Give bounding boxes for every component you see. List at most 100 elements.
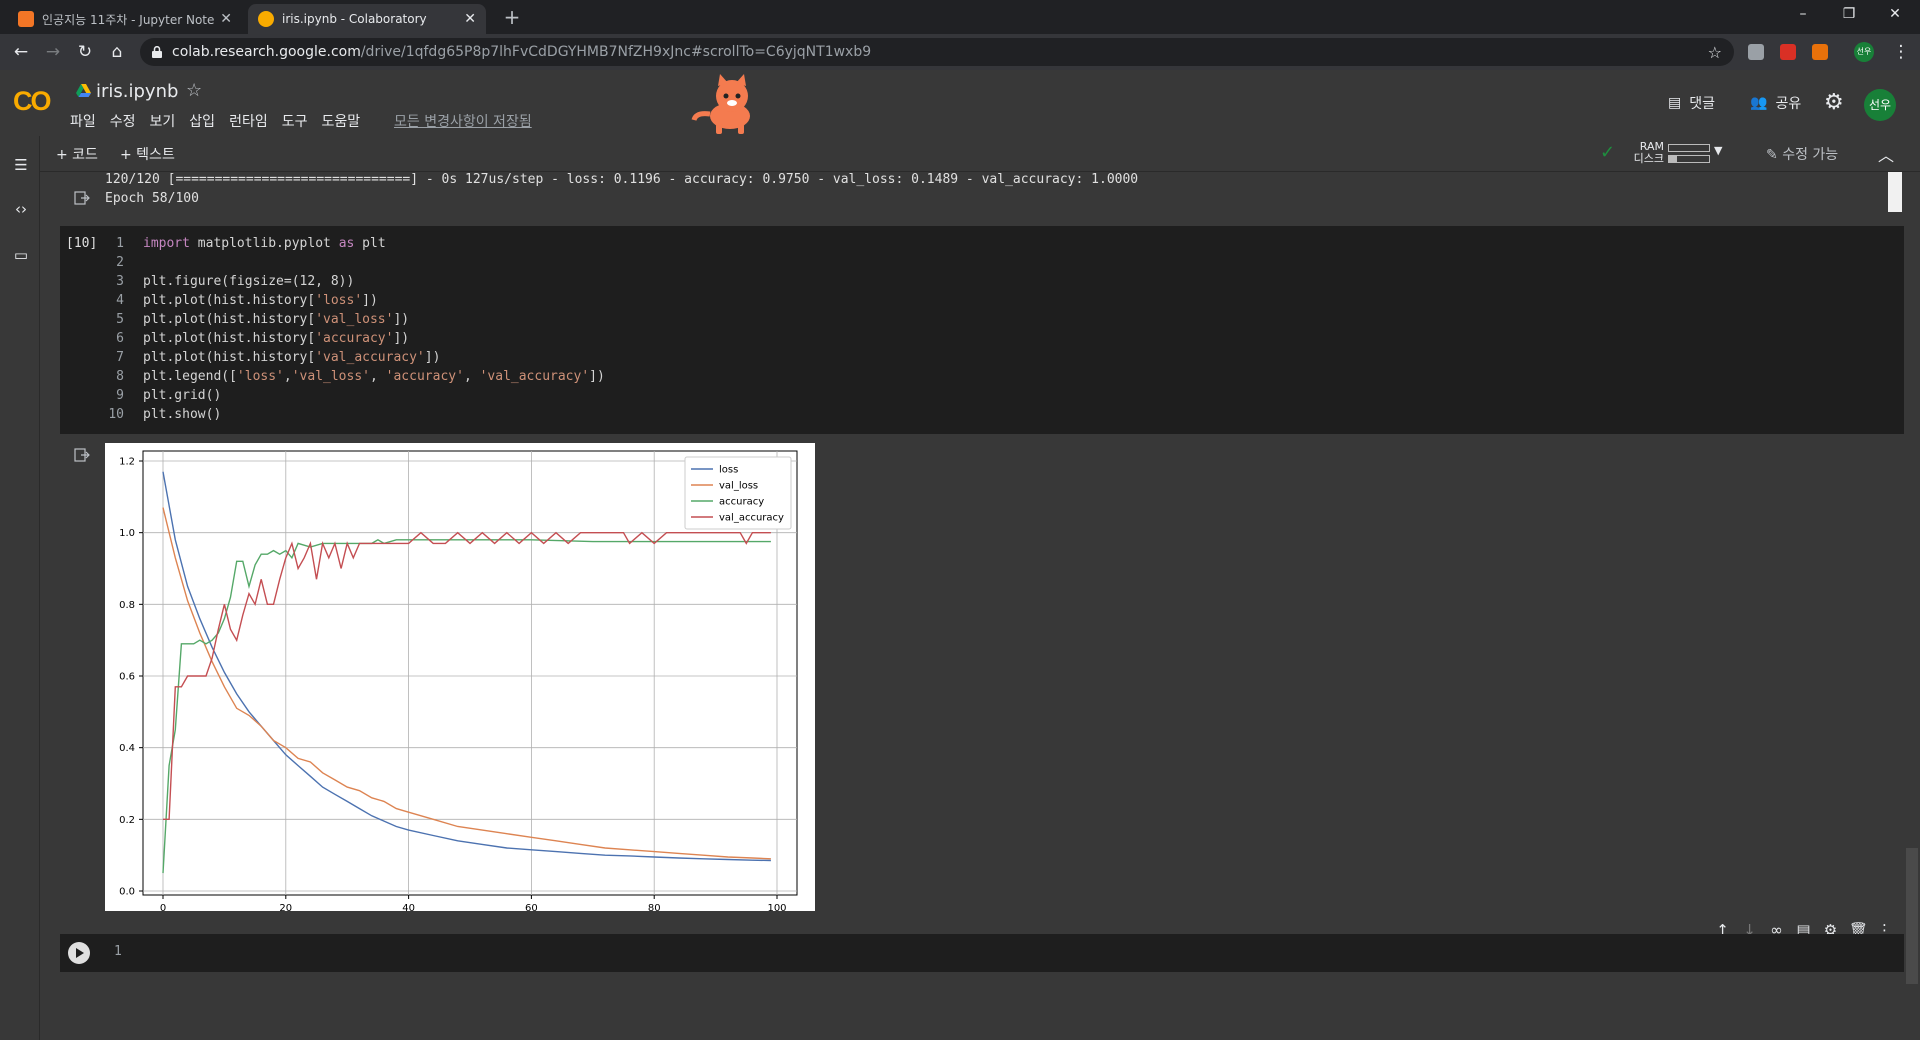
run-cell-button[interactable] xyxy=(68,942,90,964)
output-line: 120/120 [==============================]… xyxy=(105,172,1139,187)
profile-avatar[interactable]: 선우 xyxy=(1854,42,1874,62)
share-button[interactable]: 👥 공유 xyxy=(1750,93,1801,113)
minimize-button[interactable]: – xyxy=(1780,0,1826,30)
y-tick-label: 0.4 xyxy=(119,743,135,754)
y-tick-label: 0.8 xyxy=(119,600,135,611)
close-tab-icon[interactable]: ✕ xyxy=(464,11,476,27)
y-tick-label: 1.2 xyxy=(119,457,135,468)
forward-arrow-icon[interactable]: → xyxy=(42,41,64,63)
output-scrollbar[interactable] xyxy=(1888,172,1902,212)
y-tick-label: 0.2 xyxy=(119,815,135,826)
add-text-button[interactable]: + 텍스트 xyxy=(120,144,175,164)
menu-help[interactable]: 도움말 xyxy=(321,111,360,131)
code-line[interactable]: 7 plt.plot(hist.history['val_accuracy']) xyxy=(60,350,1860,369)
save-status-link[interactable]: 모든 변경사항이 저장됨 xyxy=(394,111,532,131)
legend-label-loss: loss xyxy=(719,465,738,476)
tab-title: iris.ipynb - Colaboratory xyxy=(282,12,427,26)
star-icon[interactable]: ☆ xyxy=(186,80,202,101)
menu-insert[interactable]: 삽입 xyxy=(189,111,215,131)
url-host: colab.research.google.com xyxy=(172,44,361,60)
edit-mode-label: 수정 가능 xyxy=(1782,147,1839,163)
output-line: Epoch 58/100 xyxy=(105,191,199,206)
code-line[interactable]: 6 plt.plot(hist.history['accuracy']) xyxy=(60,331,1860,350)
pencil-icon: ✎ xyxy=(1766,147,1778,163)
output-clear-icon[interactable] xyxy=(74,448,90,462)
training-history-chart: 0 20 40 60 80 100 0.0 0.2 0.4 0.6 0.8 1.0 1.2 loss val… xyxy=(105,443,815,911)
menu-edit[interactable]: 수정 xyxy=(110,111,136,131)
legend-label-accuracy: accuracy xyxy=(719,497,764,508)
x-tick-label: 60 xyxy=(525,903,538,911)
home-icon[interactable]: ⌂ xyxy=(106,41,128,63)
jupyter-favicon-icon xyxy=(18,11,34,27)
new-tab-button[interactable]: + xyxy=(498,4,526,32)
code-cell[interactable]: [10] 1 import matplotlib.pyplot as plt 2 … xyxy=(60,226,1904,434)
connected-check-icon: ✓ xyxy=(1600,142,1616,163)
tab-title: 인공지능 11주차 - Jupyter Notebook xyxy=(42,12,215,27)
google-drive-icon xyxy=(76,84,91,97)
table-of-contents-icon[interactable]: ☰ xyxy=(12,156,30,174)
share-label: 공유 xyxy=(1775,96,1802,112)
code-line[interactable]: 8 plt.legend(['loss','val_loss', 'accurac… xyxy=(60,369,1860,388)
dropdown-arrow-icon[interactable]: ▼ xyxy=(1714,144,1722,157)
empty-code-cell[interactable]: 1 xyxy=(60,934,1904,972)
notebook-toolbar: + 코드 + 텍스트 ✓ RAM 디스크 ▼ ✎ 수정 가능 ︿ xyxy=(0,136,1920,172)
extension-icon[interactable] xyxy=(1812,44,1828,60)
browser-menu-icon[interactable]: ⋮ xyxy=(1890,41,1912,63)
browser-tab-colab[interactable]: iris.ipynb - Colaboratory ✕ xyxy=(248,4,486,34)
y-tick-label: 0.6 xyxy=(119,672,135,683)
code-line[interactable]: 9 plt.grid() xyxy=(60,388,1860,407)
colab-logo[interactable]: CO xyxy=(13,86,51,117)
close-window-button[interactable]: ✕ xyxy=(1872,0,1918,30)
left-sidebar: ☰ ‹› ▭ xyxy=(0,136,40,1040)
user-avatar[interactable]: 선우 xyxy=(1864,89,1896,121)
notebook-title[interactable]: iris.ipynb xyxy=(96,81,178,102)
x-tick-label: 80 xyxy=(648,903,661,911)
menu-file[interactable]: 파일 xyxy=(70,111,96,131)
bookmark-star-icon[interactable]: ☆ xyxy=(1708,43,1722,62)
code-line[interactable]: 10 plt.show() xyxy=(60,407,1860,426)
ram-bar xyxy=(1668,144,1710,152)
menu-runtime[interactable]: 런타임 xyxy=(229,111,268,131)
y-tick-label: 0.0 xyxy=(119,887,135,898)
extension-icon[interactable] xyxy=(1780,44,1796,60)
files-folder-icon[interactable]: ▭ xyxy=(12,246,30,264)
code-snippets-icon[interactable]: ‹› xyxy=(12,200,30,218)
collapse-header-icon[interactable]: ︿ xyxy=(1878,142,1894,166)
address-bar-row: ← → ↻ ⌂ colab.research.google.com/drive/… xyxy=(0,34,1920,70)
code-line[interactable]: 1 import matplotlib.pyplot as plt xyxy=(60,236,1860,255)
legend-label-val_loss: val_loss xyxy=(719,481,758,492)
comment-icon: ▤ xyxy=(1668,95,1682,111)
people-icon: 👥 xyxy=(1750,95,1768,111)
x-tick-label: 20 xyxy=(279,903,292,911)
settings-gear-icon[interactable]: ⚙ xyxy=(1824,90,1844,115)
comment-button[interactable]: ▤ 댓글 xyxy=(1668,93,1715,113)
training-log-output: 120/120 [==============================]… xyxy=(60,172,1900,214)
disk-bar xyxy=(1668,155,1710,163)
code-line[interactable]: 3 plt.figure(figsize=(12, 8)) xyxy=(60,274,1860,293)
url-path: /drive/1qfdg65P8p7lhFvCdDGYHMB7NfZH9xJnc… xyxy=(360,44,872,60)
close-tab-icon[interactable]: ✕ xyxy=(220,11,232,27)
output-clear-icon[interactable] xyxy=(74,191,90,205)
code-line[interactable]: 5 plt.plot(hist.history['val_loss']) xyxy=(60,312,1860,331)
extension-icon[interactable] xyxy=(1748,44,1764,60)
line-number: 1 xyxy=(114,944,122,959)
legend-label-val_accuracy: val_accuracy xyxy=(719,513,784,524)
menu-tools[interactable]: 도구 xyxy=(282,111,308,131)
restore-button[interactable]: ❐ xyxy=(1826,0,1872,30)
browser-tab-jupyter[interactable]: 인공지능 11주차 - Jupyter Notebook ✕ xyxy=(8,4,242,34)
edit-mode-indicator[interactable]: ✎ 수정 가능 xyxy=(1766,144,1838,164)
reload-icon[interactable]: ↻ xyxy=(74,41,96,63)
code-line[interactable]: 4 plt.plot(hist.history['loss']) xyxy=(60,293,1860,312)
browser-tab-strip: 인공지능 11주차 - Jupyter Notebook ✕ iris.ipyn… xyxy=(0,0,1920,34)
comment-label: 댓글 xyxy=(1689,96,1715,112)
menu-bar: 파일 수정 보기 삽입 런타임 도구 도움말 xyxy=(70,111,360,131)
x-tick-label: 0 xyxy=(160,903,166,911)
resource-monitor[interactable]: ✓ RAM 디스크 ▼ xyxy=(1600,140,1726,168)
colab-favicon-icon xyxy=(258,11,274,27)
back-arrow-icon[interactable]: ← xyxy=(10,41,32,63)
add-code-button[interactable]: + 코드 xyxy=(56,144,98,164)
menu-view[interactable]: 보기 xyxy=(150,111,176,131)
url-input[interactable]: colab.research.google.com/drive/1qfdg65P… xyxy=(140,38,1734,66)
page-scrollbar-thumb[interactable] xyxy=(1906,848,1918,984)
code-line[interactable]: 2 xyxy=(60,255,1860,274)
